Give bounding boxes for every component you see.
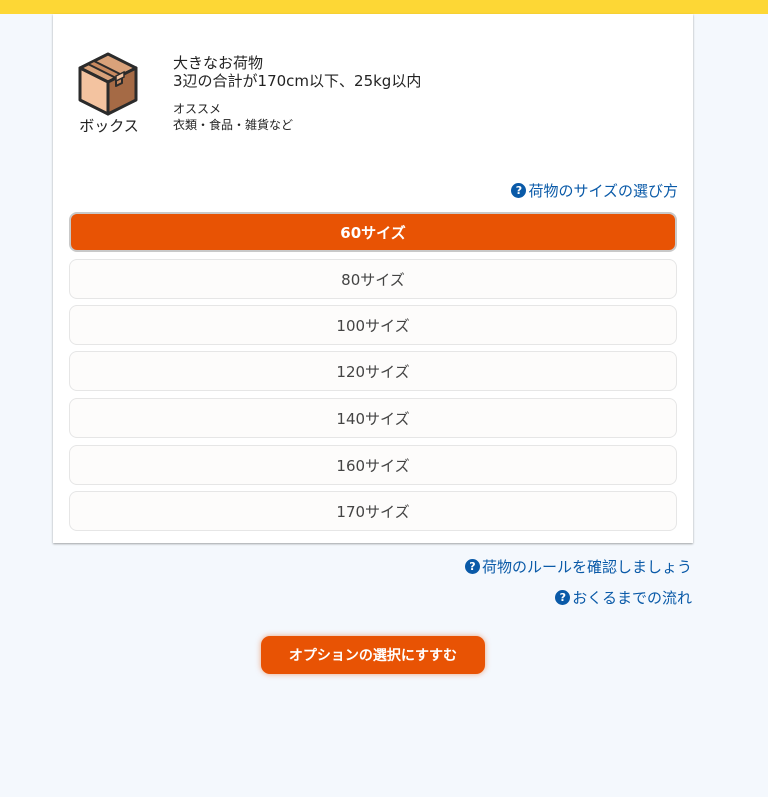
size-option-label: 160サイズ xyxy=(336,456,410,475)
package-card: ボックス 大きなお荷物 3辺の合計が170cm以下、25kg以内 オススメ 衣類… xyxy=(53,14,693,543)
question-circle-icon: ? xyxy=(555,590,571,605)
size-option-60[interactable]: 60サイズ xyxy=(69,212,677,252)
package-rules-label: 荷物のルールを確認しましょう xyxy=(481,558,692,576)
recommend-items: 衣類・食品・雑貨など xyxy=(173,118,294,132)
size-option-100[interactable]: 100サイズ xyxy=(69,305,677,345)
question-circle-icon: ? xyxy=(464,559,480,574)
package-type-label: ボックス xyxy=(79,117,139,135)
size-option-label: 170サイズ xyxy=(336,502,410,521)
size-option-160[interactable]: 160サイズ xyxy=(69,445,677,485)
question-circle-icon: ? xyxy=(511,183,527,198)
sending-flow-link[interactable]: ? おくるまでの流れ xyxy=(555,587,692,608)
size-option-170[interactable]: 170サイズ xyxy=(69,491,677,531)
size-option-label: 140サイズ xyxy=(336,409,410,428)
package-title: 大きなお荷物 xyxy=(173,54,264,72)
recommend-label: オススメ xyxy=(173,102,222,116)
size-option-label: 100サイズ xyxy=(336,316,410,335)
package-rules-link[interactable]: ? 荷物のルールを確認しましょう xyxy=(464,556,692,577)
size-option-120[interactable]: 120サイズ xyxy=(69,351,677,391)
size-guide-label: 荷物のサイズの選び方 xyxy=(528,182,678,200)
package-description: 3辺の合計が170cm以下、25kg以内 xyxy=(173,72,422,90)
size-option-140[interactable]: 140サイズ xyxy=(69,398,677,438)
proceed-to-options-button[interactable]: オプションの選択にすすむ xyxy=(261,636,485,674)
size-option-label: 80サイズ xyxy=(341,270,405,289)
top-bar xyxy=(0,0,768,14)
cardboard-box-icon xyxy=(78,52,138,116)
size-option-label: 60サイズ xyxy=(340,223,406,242)
size-guide-link[interactable]: ? 荷物のサイズの選び方 xyxy=(511,180,678,201)
size-option-80[interactable]: 80サイズ xyxy=(69,259,677,299)
sending-flow-label: おくるまでの流れ xyxy=(572,589,692,607)
size-option-label: 120サイズ xyxy=(336,362,410,381)
